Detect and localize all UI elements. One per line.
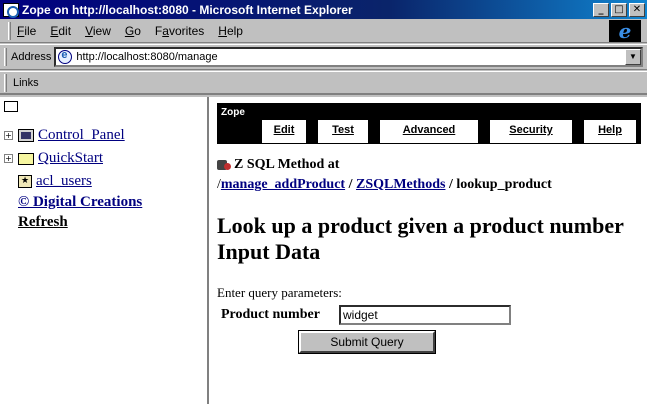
manage-frame: Zope Edit Test Advanced Security Help Z …: [211, 97, 647, 404]
close-button[interactable]: ✕: [629, 2, 645, 17]
menu-bar: File Edit View Go Favorites Help e: [0, 19, 647, 43]
tree-item-acl-users[interactable]: ★ acl_users: [4, 173, 92, 190]
tab-security[interactable]: Security: [489, 119, 573, 143]
address-label: Address: [11, 51, 52, 63]
menu-favorites[interactable]: Favorites: [155, 24, 204, 38]
tab-divider: [217, 143, 641, 145]
tree-item-label[interactable]: acl_users: [36, 173, 92, 190]
address-url[interactable]: http://localhost:8080/manage: [76, 51, 217, 63]
menu-file[interactable]: File: [17, 24, 36, 38]
address-dropdown-button[interactable]: ▼: [625, 49, 641, 65]
refresh-link[interactable]: Refresh: [4, 214, 68, 231]
tree-item-label[interactable]: QuickStart: [38, 150, 103, 167]
copyright-link[interactable]: © Digital Creations: [18, 194, 142, 211]
maximize-button[interactable]: □: [611, 2, 627, 17]
links-label[interactable]: Links: [13, 77, 39, 89]
product-number-input[interactable]: [339, 305, 511, 325]
links-bar: Links: [0, 71, 647, 95]
title-bar: Zope on http://localhost:8080 - Microsof…: [0, 0, 647, 19]
tab-strip: Zope Edit Test Advanced Security Help: [217, 103, 641, 143]
minimize-button[interactable]: _: [593, 2, 609, 17]
breadcrumb-separator: /: [445, 177, 457, 192]
ie-app-icon: [3, 2, 19, 18]
toolbar-grip[interactable]: [8, 21, 11, 40]
expand-icon[interactable]: +: [4, 131, 13, 140]
breadcrumb-zsqlmethods[interactable]: ZSQLMethods: [356, 177, 445, 192]
object-type-label: Z SQL Method at: [234, 157, 340, 172]
digital-creations-link[interactable]: © Digital Creations: [4, 194, 142, 211]
breadcrumb-current: lookup_product: [456, 177, 552, 192]
ie-throbber-icon: e: [609, 20, 641, 42]
breadcrumb-separator: /: [345, 177, 356, 192]
root-folder-icon[interactable]: [4, 101, 18, 112]
address-field[interactable]: http://localhost:8080/manage ▼: [54, 47, 643, 67]
query-instructions: Enter query parameters:: [217, 285, 342, 300]
address-bar: Address http://localhost:8080/manage ▼: [0, 44, 647, 70]
menu-view[interactable]: View: [85, 24, 111, 38]
browser-content: + Control_Panel + QuickStart ★ acl_users…: [0, 97, 647, 404]
tab-test[interactable]: Test: [317, 119, 369, 143]
sql-method-icon: [217, 159, 231, 171]
tree-item-control-panel[interactable]: + Control_Panel: [4, 127, 125, 144]
expand-icon[interactable]: +: [4, 154, 13, 163]
page-title: Look up a product given a product number…: [217, 213, 624, 264]
refresh-label[interactable]: Refresh: [18, 214, 68, 231]
menu-help[interactable]: Help: [218, 24, 243, 38]
folder-icon: [18, 152, 34, 165]
toolbar-grip[interactable]: [4, 48, 7, 66]
tree-item-quickstart[interactable]: + QuickStart: [4, 150, 103, 167]
page-icon: [58, 49, 73, 64]
menu-edit[interactable]: Edit: [50, 24, 71, 38]
window-controls: _ □ ✕: [593, 2, 645, 17]
zope-logo: Zope: [221, 107, 245, 118]
tab-edit[interactable]: Edit: [261, 119, 307, 143]
toolbar-grip[interactable]: [4, 73, 7, 92]
control-panel-icon: [18, 129, 34, 142]
tree-item-label[interactable]: Control_Panel: [38, 127, 125, 144]
tab-help[interactable]: Help: [583, 119, 637, 143]
product-number-label: Product number: [221, 307, 320, 322]
user-folder-icon: ★: [18, 175, 32, 188]
tab-advanced[interactable]: Advanced: [379, 119, 479, 143]
window-title: Zope on http://localhost:8080 - Microsof…: [22, 2, 353, 17]
menu-go[interactable]: Go: [125, 24, 141, 38]
breadcrumb: /manage_addProduct / ZSQLMethods / looku…: [217, 177, 552, 193]
submit-query-button[interactable]: Submit Query: [299, 331, 435, 353]
navigation-frame: + Control_Panel + QuickStart ★ acl_users…: [0, 97, 209, 404]
object-type-line: Z SQL Method at: [217, 157, 339, 173]
breadcrumb-manage-addproduct[interactable]: manage_addProduct: [221, 177, 345, 192]
